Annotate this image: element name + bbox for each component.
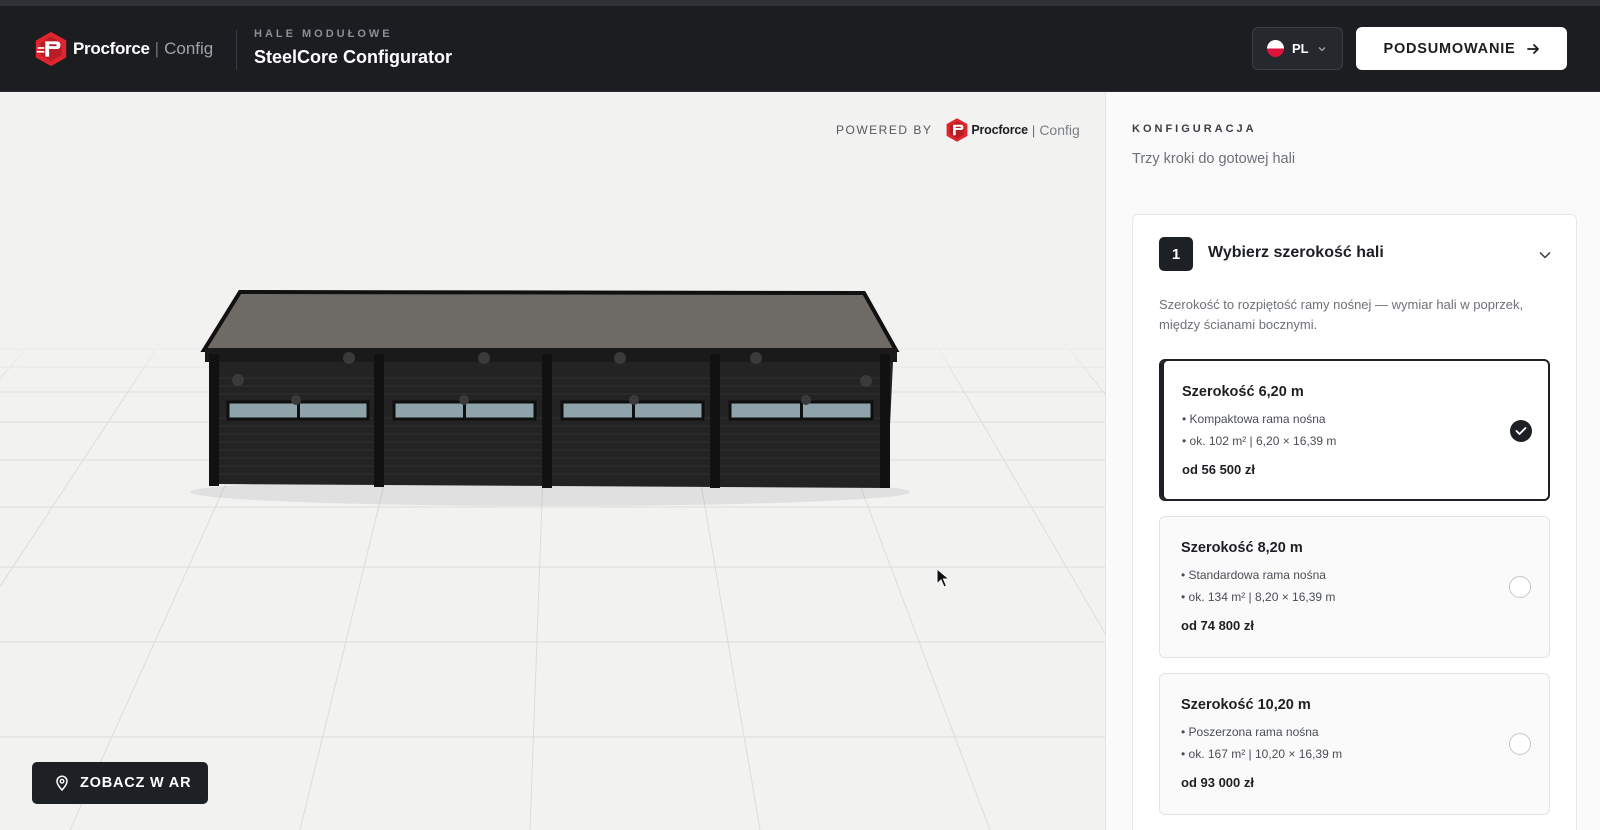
map-pin-icon	[56, 775, 68, 791]
powered-separator: |	[1031, 122, 1036, 138]
step-title[interactable]: Wybierz szerokość hali	[1208, 244, 1384, 262]
language-label: PL	[1292, 41, 1309, 56]
chevron-down-icon	[1318, 46, 1326, 51]
option-bullet: • ok. 167 m² | 10,20 × 16,39 m	[1181, 747, 1343, 761]
powered-brand-name: Procforce	[971, 123, 1028, 137]
option-price: od 74 800 zł	[1181, 618, 1254, 633]
option-radio[interactable]	[1509, 576, 1531, 598]
step-number-badge: 1	[1159, 237, 1193, 271]
powered-by-label: POWERED BY	[836, 123, 933, 137]
3d-viewport[interactable]: POWERED BY Procforce | Config ZOBACZ W A…	[0, 92, 1105, 830]
procforce-logo[interactable]: Procforce | Config	[32, 30, 213, 68]
procforce-logo-icon	[35, 31, 67, 67]
option-title: Szerokość 8,20 m	[1181, 540, 1303, 556]
configuration-panel: KONFIGURACJA Trzy kroki do gotowej hali …	[1105, 92, 1600, 830]
header-divider	[236, 30, 237, 70]
panel-subtitle: Trzy kroki do gotowej hali	[1132, 151, 1296, 167]
width-option-10-20[interactable]: Szerokość 10,20 m • Poszerzona rama nośn…	[1159, 673, 1550, 815]
arrow-right-icon	[1526, 43, 1539, 54]
language-selector[interactable]: PL	[1252, 27, 1343, 70]
view-in-ar-label: ZOBACZ W AR	[80, 775, 192, 791]
panel-kicker: KONFIGURACJA	[1132, 123, 1257, 135]
option-radio-checked[interactable]	[1510, 420, 1532, 442]
app-title: SteelCore Configurator	[254, 47, 453, 67]
step-description: Szerokość to rozpiętość ramy nośnej — wy…	[1159, 297, 1524, 332]
brand-separator: |	[154, 39, 160, 58]
option-price: od 93 000 zł	[1181, 775, 1254, 790]
powered-brand-suffix: Config	[1039, 122, 1080, 138]
check-icon	[1515, 427, 1527, 435]
procforce-logo-icon	[946, 118, 968, 142]
option-bullet: • ok. 134 m² | 8,20 × 16,39 m	[1181, 590, 1336, 604]
powered-by-badge: POWERED BY Procforce | Config	[836, 117, 1080, 143]
option-radio[interactable]	[1509, 733, 1531, 755]
cursor-icon	[936, 568, 950, 588]
scene-canvas[interactable]	[0, 92, 1105, 830]
option-bullet: • Poszerzona rama nośna	[1181, 725, 1319, 739]
option-title: Szerokość 10,20 m	[1181, 697, 1311, 713]
flag-pl-icon	[1267, 40, 1284, 57]
summary-button[interactable]: PODSUMOWANIE	[1356, 27, 1567, 70]
app-header: Procforce | Config HALE MODUŁOWE SteelCo…	[0, 6, 1600, 92]
step-card-width: 1 Wybierz szerokość hali Szerokość to ro…	[1132, 214, 1577, 830]
option-title: Szerokość 6,20 m	[1182, 384, 1304, 400]
option-price: od 56 500 zł	[1182, 462, 1255, 477]
chevron-down-icon[interactable]	[1538, 248, 1552, 262]
view-in-ar-button[interactable]: ZOBACZ W AR	[32, 762, 208, 804]
option-bullet: • Standardowa rama nośna	[1181, 568, 1326, 582]
header-kicker: HALE MODUŁOWE	[254, 28, 393, 40]
option-bullet: • ok. 102 m² | 6,20 × 16,39 m	[1182, 434, 1337, 448]
width-option-6-20[interactable]: Szerokość 6,20 m • Kompaktowa rama nośna…	[1159, 359, 1550, 501]
modular-hall-model	[200, 289, 900, 488]
brand-name: Procforce	[73, 39, 150, 58]
option-bullet: • Kompaktowa rama nośna	[1182, 412, 1326, 426]
summary-label: PODSUMOWANIE	[1383, 40, 1516, 57]
width-option-8-20[interactable]: Szerokość 8,20 m • Standardowa rama nośn…	[1159, 516, 1550, 658]
brand-suffix: Config	[164, 39, 214, 58]
